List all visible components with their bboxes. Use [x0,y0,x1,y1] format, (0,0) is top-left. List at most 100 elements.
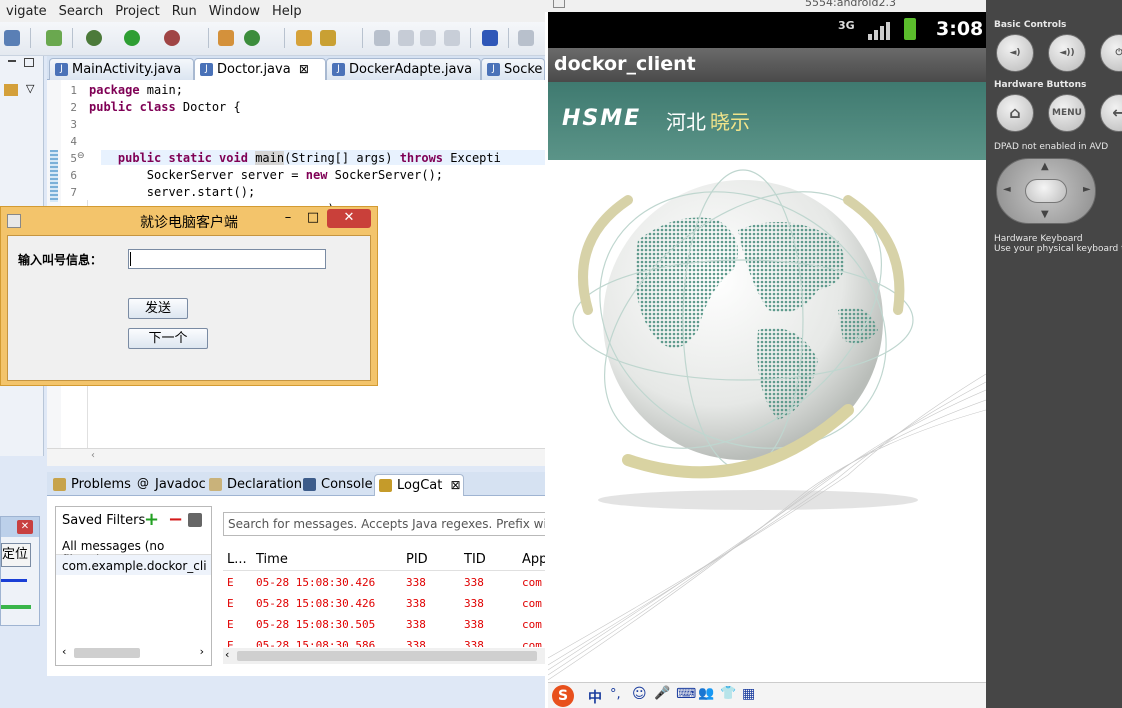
close-icon[interactable]: ✕ [327,209,371,228]
view-menu-icon[interactable]: ▽ [26,82,34,95]
tab-label: Problems [71,477,131,492]
power-icon[interactable]: ⏻ [1100,34,1122,72]
back-icon[interactable]: ↩ [1100,94,1122,132]
menu-button[interactable]: MENU [1048,94,1086,132]
dpad-down-icon[interactable]: ▼ [1041,209,1049,220]
volume-up-icon[interactable]: ◄)) [1048,34,1086,72]
open-folder-icon[interactable] [296,30,312,46]
tab-socket[interactable]: J Socke [481,58,545,80]
logcat-icon [379,479,392,492]
menu-search[interactable]: Search [53,4,110,19]
minimize-icon[interactable] [8,60,16,62]
toolbox-icon[interactable]: ▦ [742,686,755,702]
close-icon[interactable]: ✕ [17,520,33,534]
link-editor-icon[interactable] [4,84,18,96]
navigate-back-icon[interactable] [518,30,534,46]
filter-app[interactable]: com.example.dockor_cli [56,555,211,575]
slider[interactable] [1,605,31,609]
pin-editor-icon[interactable] [482,30,498,46]
next-button[interactable]: 下一个 [128,328,208,349]
dpad-left-icon[interactable]: ◄ [1003,184,1011,195]
call-info-input[interactable] [128,249,326,269]
fold-icon[interactable]: ⊖ [77,151,85,161]
close-icon[interactable]: ⊠ [451,478,461,492]
input-method-bar: S 中 °, ☺ 🎤 ⌨ 👥 👕 ▦ [548,682,986,708]
keyboard-icon[interactable]: ⌨ [676,686,696,702]
tab-declaration[interactable]: Declaration [205,474,306,496]
new-class-icon[interactable] [244,30,260,46]
dpad-right-icon[interactable]: ► [1083,184,1091,195]
logcat-search-input[interactable]: Search for messages. Accepts Java regexe… [223,512,545,536]
tab-label: Console [321,477,373,492]
filters-scrollbar[interactable]: ‹ › [60,645,206,661]
app-title-bar: dockor_client [548,48,986,82]
log-row[interactable]: E 05-28 15:08:30.426 338 338 com [227,576,542,589]
tab-javadoc[interactable]: @ Javadoc [133,474,210,496]
log-row[interactable]: E 05-28 15:08:30.426 338 338 com [227,597,542,610]
sogou-icon[interactable]: S [552,685,574,707]
skin-icon[interactable]: 👕 [720,686,736,701]
run-icon[interactable] [124,30,140,46]
log-row[interactable]: E 05-28 15:08:30.586 338 338 com [227,639,542,647]
maximize-icon[interactable]: □ [301,209,325,228]
edit-filter-icon[interactable] [188,513,202,527]
filter-all-messages[interactable]: All messages (no filters) [56,535,211,567]
minimize-icon[interactable]: – [277,209,299,228]
dpad-up-icon[interactable]: ▲ [1041,161,1049,172]
volume-down-icon[interactable]: ◄) [996,34,1034,72]
tab-doctor[interactable]: J Doctor.java ⊠ [194,58,326,81]
network-type: 3G [838,19,855,32]
col-app[interactable]: App [522,552,545,567]
new-java-class-icon[interactable] [46,30,62,46]
dialog-titlebar[interactable]: 就诊电脑客户端 – □ ✕ [1,207,377,235]
microphone-icon[interactable]: 🎤 [654,686,670,701]
col-tid[interactable]: TID [464,552,486,567]
tab-console[interactable]: Console [299,474,377,496]
scroll-left-icon[interactable]: ‹ [91,450,95,461]
send-button[interactable]: 发送 [128,298,188,319]
code-line-2: public class Doctor { [89,100,241,114]
ime-punct[interactable]: °, [610,687,621,702]
scroll-left-icon[interactable]: ‹ [225,648,229,661]
editor-horizontal-scrollbar[interactable]: ‹ [47,448,545,466]
tab-problems[interactable]: Problems [49,474,135,496]
pen-icon[interactable] [398,30,414,46]
locate-button[interactable]: 定位 [1,543,31,567]
brand-banner: HSME 河北 晓示 [548,82,986,160]
menu-navigate[interactable]: vigate [0,4,53,19]
tab-logcat[interactable]: LogCat ⊠ [374,474,464,496]
log-scrollbar[interactable]: ‹ [223,648,545,664]
close-icon[interactable]: ⊠ [299,62,309,76]
log-row[interactable]: E 05-28 15:08:30.505 338 338 com [227,618,542,631]
tab-dockeradapter[interactable]: J DockerAdapte.java [326,58,481,80]
open-type-icon[interactable] [4,30,20,46]
remove-filter-icon[interactable]: − [168,509,183,530]
show-whitespace-icon[interactable] [444,30,460,46]
scroll-right-icon[interactable]: › [200,645,204,658]
debug-icon[interactable] [86,30,102,46]
users-icon[interactable]: 👥 [698,686,714,701]
scroll-left-icon[interactable]: ‹ [62,645,66,658]
add-filter-icon[interactable]: + [144,509,159,530]
search-icon[interactable] [320,30,336,46]
dpad[interactable]: ▲ ▼ ◄ ► [996,158,1096,224]
col-level[interactable]: L... [227,552,247,567]
dpad-center[interactable] [1025,179,1067,203]
home-icon[interactable]: ⌂ [996,94,1034,132]
toggle-block-icon[interactable] [420,30,436,46]
dpad-note: DPAD not enabled in AVD [994,142,1109,152]
maximize-icon[interactable] [24,58,34,67]
menu-run[interactable]: Run [166,4,203,19]
ime-chinese-toggle[interactable]: 中 [588,687,602,707]
col-pid[interactable]: PID [406,552,428,567]
menu-window[interactable]: Window [203,4,266,19]
tab-label: Doctor.java [217,62,291,77]
emoji-icon[interactable]: ☺ [632,686,647,702]
tab-mainactivity[interactable]: J MainActivity.java [49,58,194,80]
new-package-icon[interactable] [218,30,234,46]
menu-help[interactable]: Help [266,4,308,19]
col-time[interactable]: Time [256,552,288,567]
pin-icon[interactable] [374,30,390,46]
menu-project[interactable]: Project [109,4,165,19]
external-tools-icon[interactable] [164,30,180,46]
